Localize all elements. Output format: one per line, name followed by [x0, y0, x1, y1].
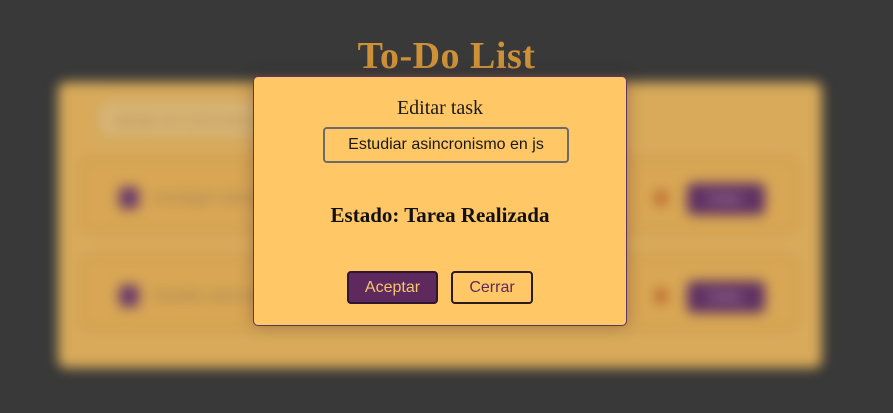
task-name-input[interactable] — [323, 127, 569, 163]
accept-button[interactable]: Aceptar — [347, 271, 438, 304]
close-button[interactable]: Cerrar — [451, 271, 533, 304]
modal-title: Editar task — [396, 97, 484, 119]
edit-task-modal: Editar task Estado: Tarea Realizada Acep… — [253, 76, 627, 326]
task-status-text: Estado: Tarea Realizada — [330, 203, 550, 227]
